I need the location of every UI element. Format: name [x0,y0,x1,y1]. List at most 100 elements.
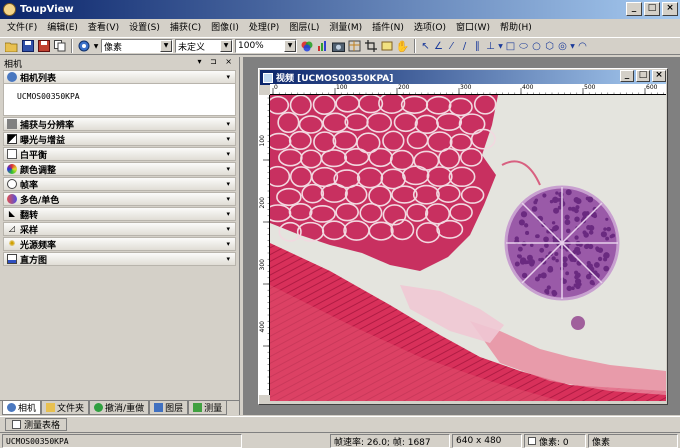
histogram-icon[interactable] [315,39,330,53]
section-color-adjust[interactable]: 颜色调整 ▾ [3,162,236,176]
chevron-down-icon[interactable]: ▾ [226,180,230,188]
unit-select[interactable]: 像素 ▼ [101,39,173,53]
menu-options[interactable]: 选项(O) [409,19,451,37]
chevron-down-icon[interactable]: ▾ [226,135,230,143]
overlay-icon[interactable] [347,39,362,53]
chevron-down-icon[interactable]: ▾ [226,165,230,173]
tab-folder[interactable]: 文件夹 [41,401,90,415]
open-folder-icon[interactable] [4,39,19,53]
save-all-icon[interactable] [36,39,51,53]
section-head[interactable]: ✺ 光源频率 ▾ [3,237,236,251]
section-flip[interactable]: ◣ 翻转 ▾ [3,207,236,221]
polygon-tool-icon[interactable]: ⬡ [543,39,556,53]
line-tool-icon[interactable]: / [458,39,471,53]
camera-list-item[interactable]: UCMOS00350KPA [17,92,235,101]
close-button[interactable]: × [652,70,666,82]
minimize-button[interactable]: _ [626,2,642,16]
chevron-down-icon[interactable]: ▾ [226,73,230,81]
chevron-down-icon[interactable]: ▾ [226,255,230,263]
close-button[interactable]: × [662,2,678,16]
horizontal-ruler: 0 100 200 300 400 500 600 [270,84,666,95]
tab-undo-redo[interactable]: 撤消/重做 [89,401,150,415]
menu-edit[interactable]: 编辑(E) [42,19,83,37]
select-arrow-icon[interactable]: ↖ [419,39,432,53]
chevron-down-icon[interactable]: ▼ [284,40,296,52]
section-head[interactable]: 捕获与分辨率 ▾ [3,117,236,131]
panel-controls[interactable]: ▾ ⊐ × [197,57,235,66]
dropdown-arrow-icon[interactable]: ▼ [92,39,100,53]
menu-capture[interactable]: 捕获(C) [165,19,206,37]
copy-icon[interactable] [52,39,67,53]
section-histogram[interactable]: 直方图 ▾ [3,252,236,266]
chevron-down-icon[interactable]: ▾ [226,210,230,218]
video-window-title-bar[interactable]: 视频 [UCMOS00350KPA] [260,70,666,85]
circle-tool-icon[interactable]: ○ [530,39,543,53]
section-head[interactable]: 颜色调整 ▾ [3,162,236,176]
zoom-select[interactable]: 100% ▼ [235,39,297,53]
menu-help[interactable]: 帮助(H) [495,19,537,37]
menu-file[interactable]: 文件(F) [2,19,42,37]
chevron-down-icon[interactable]: ▾ [226,195,230,203]
parallel-tool-icon[interactable]: ∥ [471,39,484,53]
color-wheel-icon[interactable] [299,39,314,53]
chevron-down-icon[interactable]: ▾ [226,150,230,158]
annulus-tool-icon[interactable]: ◎ [556,39,569,53]
menu-bar: 文件(F) 编辑(E) 查看(V) 设置(S) 捕获(C) 图像(I) 处理(P… [0,19,680,37]
angle-tool-icon[interactable]: ∠ [432,39,445,53]
layers-icon [154,403,164,412]
calibration-select[interactable]: 未定义 ▼ [175,39,233,53]
minimize-button[interactable]: _ [620,70,634,82]
section-white-balance[interactable]: 白平衡 ▾ [3,147,236,161]
tab-camera[interactable]: 相机 [2,401,42,415]
section-sampling[interactable]: ◿ 采样 ▾ [3,222,236,236]
menu-window[interactable]: 窗口(W) [451,19,495,37]
section-frame-rate[interactable]: 帧率 ▾ [3,177,236,191]
live-video-image[interactable] [270,95,666,401]
section-head[interactable]: 帧率 ▾ [3,177,236,191]
ellipse-tool-icon[interactable]: ⬭ [517,39,530,53]
section-head[interactable]: 曝光与增益 ▾ [3,132,236,146]
chevron-down-icon[interactable]: ▾ [226,240,230,248]
save-icon[interactable] [20,39,35,53]
section-head[interactable]: 多色/单色 ▾ [3,192,236,206]
menu-process[interactable]: 处理(P) [244,19,284,37]
section-head[interactable]: ◿ 采样 ▾ [3,222,236,236]
vertical-ruler: 100 200 300 400 [259,95,270,395]
hand-pan-icon[interactable]: ✋ [395,39,410,53]
crop-icon[interactable] [363,39,378,53]
chevron-down-icon[interactable]: ▼ [220,40,232,52]
fit-window-icon[interactable] [379,39,394,53]
tab-measure[interactable]: 测量 [188,401,228,415]
menu-view[interactable]: 查看(V) [83,19,124,37]
panel-title: 相机 [4,59,23,70]
section-exposure-gain[interactable]: 曝光与增益 ▾ [3,132,236,146]
menu-plugins[interactable]: 插件(N) [367,19,409,37]
section-camera-list[interactable]: 相机列表 ▾ [3,70,236,84]
section-head[interactable]: ◣ 翻转 ▾ [3,207,236,221]
maximize-button[interactable]: □ [636,70,650,82]
maximize-button[interactable]: □ [644,2,660,16]
perpendicular-tool-icon[interactable]: ⊥ [484,39,497,53]
camera-select-icon[interactable] [76,39,91,53]
section-head[interactable]: 直方图 ▾ [3,252,236,266]
title-bar: ToupView _ □ × [0,0,680,19]
line-tool-icon[interactable]: ⁄ [445,39,458,53]
menu-settings[interactable]: 设置(S) [124,19,165,37]
chevron-down-icon[interactable]: ▼ [160,40,172,52]
menu-image[interactable]: 图像(I) [206,19,244,37]
dropdown-arrow-icon[interactable]: ▼ [497,39,504,53]
menu-layer[interactable]: 图层(L) [284,19,324,37]
menu-measure[interactable]: 测量(M) [324,19,367,37]
section-capture-resolution[interactable]: 捕获与分辨率 ▾ [3,117,236,131]
chevron-down-icon[interactable]: ▾ [226,120,230,128]
rectangle-tool-icon[interactable]: □ [504,39,517,53]
section-color-mono[interactable]: 多色/单色 ▾ [3,192,236,206]
tab-measure-table[interactable]: 测量表格 [5,418,68,431]
section-head[interactable]: 白平衡 ▾ [3,147,236,161]
dropdown-arrow-icon[interactable]: ▼ [569,39,576,53]
snapshot-icon[interactable] [331,39,346,53]
arc-tool-icon[interactable]: ◠ [576,39,589,53]
chevron-down-icon[interactable]: ▾ [226,225,230,233]
section-light-frequency[interactable]: ✺ 光源频率 ▾ [3,237,236,251]
tab-layers[interactable]: 图层 [149,401,189,415]
